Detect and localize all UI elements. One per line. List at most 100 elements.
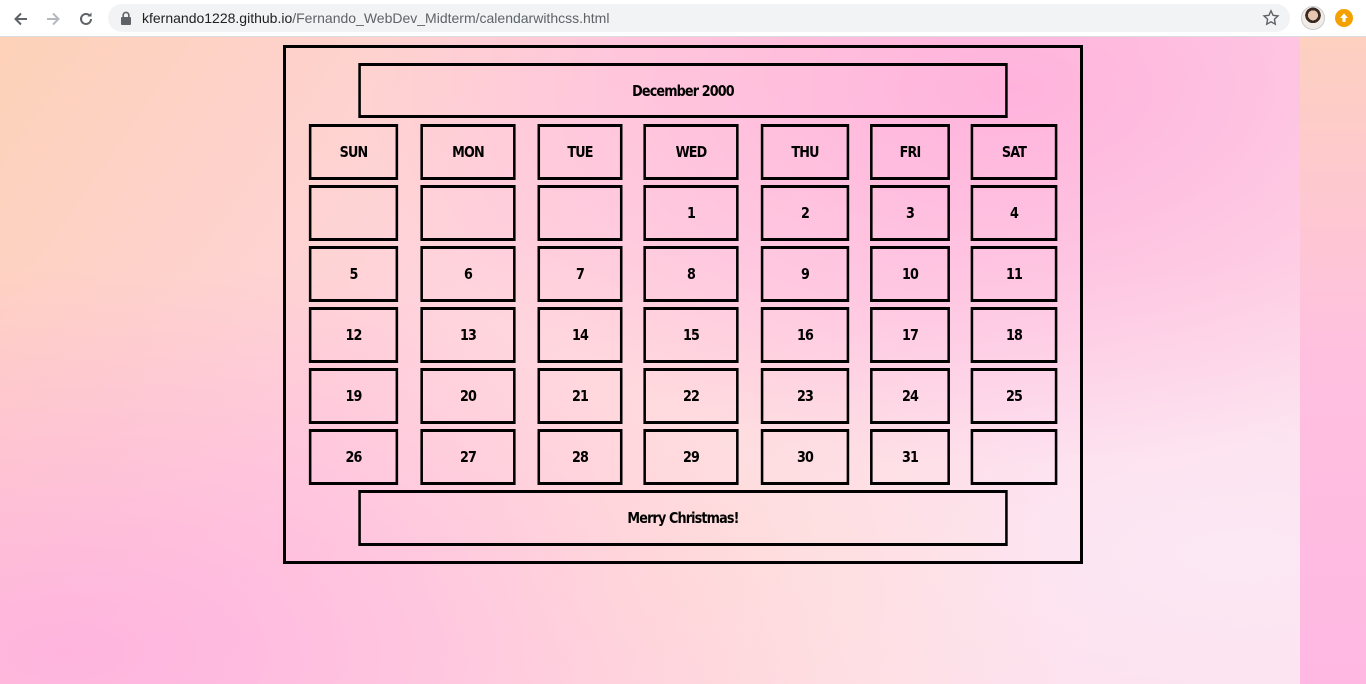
lock-icon [121,11,131,25]
empty-date-cell [537,185,623,241]
date-label: 11 [1005,265,1023,283]
calendar: December 2000 Merry Christmas! SUN MON TUE… [283,45,1083,564]
star-icon[interactable] [1262,9,1280,27]
day-header-label: THU [791,143,819,161]
reload-icon [80,12,92,25]
date-label: 22 [682,387,700,405]
date-cell: 2 [760,185,850,241]
date-cell: 30 [760,429,850,485]
url-host: kfernando1228.github.io [142,10,293,26]
calendar-footer: Merry Christmas! [358,490,1008,546]
day-header-tue: TUE [537,124,623,180]
forward-button[interactable] [40,6,66,32]
date-label: 26 [345,448,362,466]
date-label: 8 [686,265,696,283]
url-path: /Fernando_WebDev_Midterm/calendarwithcss… [292,10,610,26]
date-cell: 25 [970,368,1058,424]
date-label: 19 [345,387,362,405]
date-label: 17 [901,326,919,344]
date-cell: 4 [970,185,1058,241]
date-label: 25 [1005,387,1023,405]
date-cell: 1 [643,185,739,241]
date-cell: 12 [308,307,399,363]
date-cell: 27 [420,429,516,485]
date-label: 31 [901,448,919,466]
date-cell: 14 [537,307,623,363]
date-cell: 15 [643,307,739,363]
date-label: 30 [796,448,814,466]
date-label: 23 [796,387,814,405]
date-label: 14 [571,326,589,344]
date-cell: 7 [537,246,623,302]
date-cell: 11 [970,246,1058,302]
date-cell: 19 [308,368,399,424]
date-label: 16 [796,326,814,344]
date-label: 29 [682,448,700,466]
address-bar[interactable]: kfernando1228.github.io/Fernando_WebDev_… [108,4,1290,32]
day-header-label: TUE [567,143,593,161]
date-cell: 21 [537,368,623,424]
date-cell: 20 [420,368,516,424]
date-label: 13 [459,326,477,344]
date-label: 2 [800,204,810,222]
day-header-sat: SAT [970,124,1058,180]
day-header-label: SUN [339,143,369,161]
date-label: 1 [686,204,696,222]
date-label: 27 [459,448,477,466]
url-text: kfernando1228.github.io/Fernando_WebDev_… [142,10,609,26]
date-cell: 5 [308,246,399,302]
day-header-label: MON [452,143,485,161]
day-header-label: WED [675,143,708,161]
back-button[interactable] [8,6,34,32]
date-cell: 16 [760,307,850,363]
date-cell: 23 [760,368,850,424]
day-header-label: SAT [1001,143,1027,161]
date-label: 20 [459,387,477,405]
date-label: 10 [901,265,919,283]
profile-avatar[interactable] [1301,6,1325,30]
day-header-sun: SUN [308,124,399,180]
date-cell: 24 [870,368,950,424]
date-cell: 29 [643,429,739,485]
arrow-right-icon [47,12,60,26]
date-label: 21 [571,387,589,405]
arrow-left-icon [14,12,27,26]
date-cell: 6 [420,246,516,302]
page-viewport: December 2000 Merry Christmas! SUN MON TUE… [0,37,1300,684]
day-header-wed: WED [643,124,739,180]
day-header-mon: MON [420,124,516,180]
date-label: 28 [571,448,589,466]
calendar-footer-text: Merry Christmas! [627,509,739,527]
date-cell: 8 [643,246,739,302]
empty-date-cell [420,185,516,241]
calendar-title-text: December 2000 [632,81,735,100]
day-header-thu: THU [760,124,850,180]
date-cell: 22 [643,368,739,424]
date-label: 5 [349,265,358,283]
day-header-label: FRI [899,143,922,161]
empty-date-cell [970,429,1058,485]
date-label: 24 [901,387,919,405]
date-label: 12 [345,326,362,344]
page-side-gutter [1300,37,1366,684]
date-label: 15 [682,326,700,344]
day-header-fri: FRI [870,124,950,180]
arrow-up-icon [1340,13,1348,22]
date-label: 9 [800,265,810,283]
date-label: 4 [1009,204,1019,222]
date-cell: 18 [970,307,1058,363]
date-label: 18 [1005,326,1023,344]
date-cell: 26 [308,429,399,485]
date-cell: 31 [870,429,950,485]
browser-toolbar: kfernando1228.github.io/Fernando_WebDev_… [0,0,1366,37]
date-label: 3 [905,204,915,222]
extension-icon[interactable] [1335,9,1353,27]
date-cell: 28 [537,429,623,485]
empty-date-cell [308,185,399,241]
date-cell: 13 [420,307,516,363]
reload-button[interactable] [73,6,99,32]
date-cell: 3 [870,185,950,241]
date-label: 7 [575,265,585,283]
date-cell: 9 [760,246,850,302]
date-cell: 10 [870,246,950,302]
